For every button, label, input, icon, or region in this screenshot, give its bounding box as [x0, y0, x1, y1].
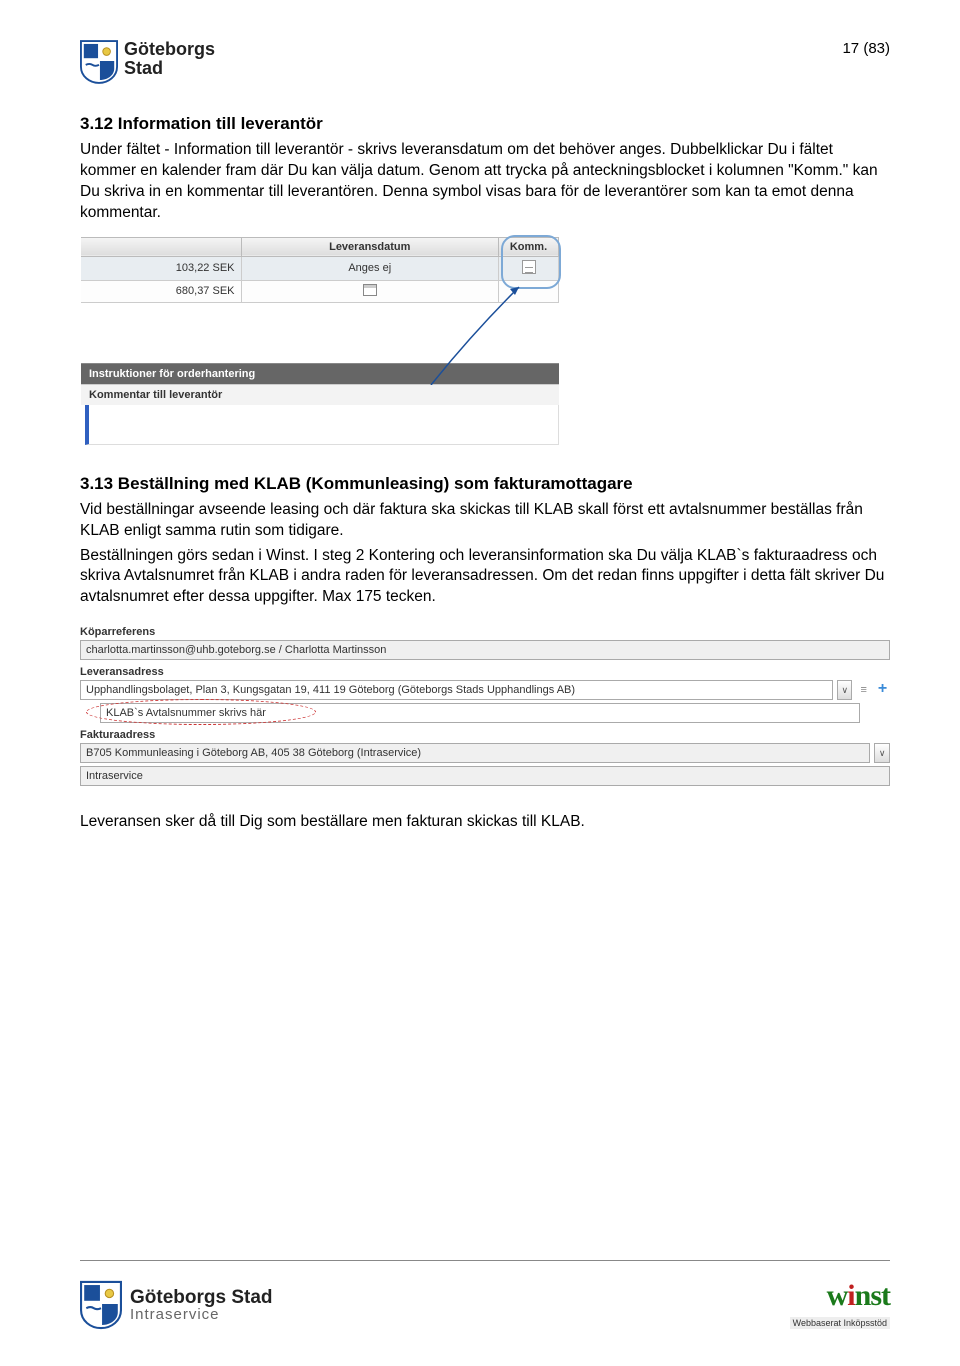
section-3-12-heading: 3.12 Information till leverantör	[80, 114, 890, 134]
anges-cell: Anges ej	[241, 256, 499, 280]
add-icon[interactable]: +	[875, 682, 890, 698]
section-3-13-p2: Beställningen görs sedan i Winst. I steg…	[80, 546, 890, 609]
winst-nst: nst	[855, 1279, 890, 1312]
table-row: 680,37 SEK	[81, 280, 559, 302]
komm-cell-empty	[499, 280, 559, 302]
panel-title-bar: Instruktioner för orderhantering	[81, 363, 559, 384]
page-number: 17 (83)	[842, 40, 890, 57]
panel-subtitle: Kommentar till leverantör	[81, 384, 559, 405]
komm-cell[interactable]	[499, 256, 559, 280]
section-3-13-p1: Vid beställningar avseende leasing och d…	[80, 500, 890, 542]
section-3-12-paragraph: Under fältet - Information till leverant…	[80, 140, 890, 224]
winst-w: w	[827, 1279, 848, 1312]
leveransadress-input-2[interactable]	[100, 703, 860, 723]
price-cell: 103,22 SEK	[81, 256, 241, 280]
label-leveransadress: Leveransadress	[80, 666, 890, 678]
shield-icon	[80, 40, 118, 84]
note-icon	[522, 260, 536, 274]
logo-line-2: Stad	[124, 59, 215, 78]
winst-subtitle: Webbaserat Inköpsstöd	[790, 1317, 890, 1329]
fakturaadress-input-1[interactable]	[80, 743, 870, 763]
screenshot-leveransdatum: Leveransdatum Komm. 103,22 SEK Anges ej …	[80, 236, 560, 446]
leveransdatum-table: Leveransdatum Komm. 103,22 SEK Anges ej …	[81, 237, 559, 303]
goteborgs-stad-logo: Göteborgs Stad	[80, 40, 215, 84]
shield-icon	[80, 1280, 122, 1330]
fakturaadress-input-2[interactable]	[80, 766, 890, 786]
label-fakturaadress: Fakturaadress	[80, 729, 890, 741]
calendar-icon	[363, 284, 377, 296]
winst-i: i	[847, 1279, 854, 1312]
col-leveransdatum: Leveransdatum	[241, 237, 499, 256]
section-3-13-heading: 3.13 Beställning med KLAB (Kommunleasing…	[80, 474, 890, 494]
footer-logo-right: winst Webbaserat Inköpsstöd	[790, 1279, 890, 1330]
col-komm: Komm.	[499, 237, 559, 256]
date-picker-cell[interactable]	[241, 280, 499, 302]
table-row: 103,22 SEK Anges ej	[81, 256, 559, 280]
footer-logo-left: Göteborgs Stad Intraservice	[80, 1280, 273, 1330]
list-icon[interactable]: ≡	[856, 684, 871, 696]
label-koparreferens: Köparreferens	[80, 626, 890, 638]
instruction-panel: Instruktioner för orderhantering Komment…	[81, 363, 559, 445]
closing-paragraph: Leveransen sker då till Dig som beställa…	[80, 812, 890, 833]
leveransadress-input-1[interactable]	[80, 680, 833, 700]
koparreferens-input[interactable]	[80, 640, 890, 660]
footer-title: Göteborgs Stad	[130, 1288, 273, 1307]
page-header: Göteborgs Stad 17 (83)	[80, 40, 890, 84]
kommentar-textarea[interactable]	[85, 405, 559, 445]
col-blank	[81, 237, 241, 256]
screenshot-adress-form: Köparreferens Leveransadress ∨ ≡ + Faktu…	[80, 626, 890, 786]
dropdown-icon[interactable]: ∨	[837, 680, 852, 700]
page-footer: Göteborgs Stad Intraservice winst Webbas…	[80, 1260, 890, 1330]
logo-line-1: Göteborgs	[124, 40, 215, 59]
footer-subtitle: Intraservice	[130, 1307, 273, 1322]
price-cell: 680,37 SEK	[81, 280, 241, 302]
dropdown-icon[interactable]: ∨	[874, 743, 890, 763]
